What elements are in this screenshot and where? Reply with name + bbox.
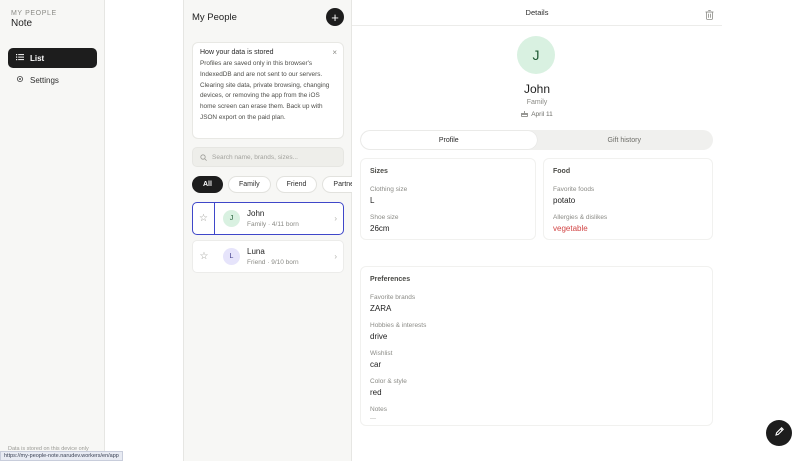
storage-notice: How your data is stored Profiles are sav…: [192, 42, 344, 139]
list-title: My People: [192, 12, 237, 23]
close-icon[interactable]: ×: [332, 48, 337, 57]
plus-icon: +: [331, 9, 339, 25]
brands-value: ZARA: [370, 304, 392, 313]
star-icon[interactable]: ☆: [193, 241, 215, 272]
avatar: J: [223, 210, 240, 227]
notes-value: —: [370, 416, 376, 422]
brand-kicker: MY PEOPLE: [11, 10, 57, 17]
sidebar: MY PEOPLE Note List Settings Data is sto…: [0, 0, 105, 461]
profile-avatar: J: [517, 36, 555, 74]
notes-label: Notes: [370, 406, 387, 413]
wishlist-label: Wishlist: [370, 350, 393, 357]
sizes-title: Sizes: [370, 168, 388, 175]
person-card-luna[interactable]: ☆ L Luna Friend · 9/10 born ›: [192, 240, 344, 273]
notice-body: Profiles are saved only in this browser'…: [200, 60, 330, 121]
details-header: Details: [352, 0, 722, 26]
profile-name: John: [523, 82, 551, 96]
nav-settings-label: Settings: [30, 75, 59, 85]
tab-profile[interactable]: Profile: [361, 131, 537, 149]
search-input[interactable]: [212, 153, 342, 161]
clothing-size-label: Clothing size: [370, 186, 408, 193]
details-title: Details: [525, 8, 549, 17]
cake-icon: [521, 110, 528, 119]
search-icon: [200, 148, 207, 166]
color-style-label: Color & style: [370, 378, 407, 385]
chip-all[interactable]: All: [192, 176, 223, 193]
food-card: Food Favorite foods potato Allergies & d…: [543, 158, 713, 240]
shoe-size-label: Shoe size: [370, 214, 399, 221]
person-sub: Friend · 9/10 born: [247, 259, 299, 266]
favorite-foods-value: potato: [553, 196, 576, 205]
list-icon: [16, 53, 24, 63]
person-name: John: [247, 209, 265, 218]
shoe-size-value: 26cm: [370, 224, 390, 233]
edit-button[interactable]: [766, 420, 792, 446]
add-person-button[interactable]: +: [326, 8, 344, 26]
clothing-size-value: L: [370, 196, 375, 205]
people-list-panel: My People + How your data is stored Prof…: [183, 0, 352, 461]
chevron-right-icon: ›: [334, 214, 337, 223]
tab-gift-history[interactable]: Gift history: [537, 131, 713, 149]
nav-item-settings[interactable]: Settings: [8, 70, 97, 90]
brands-label: Favorite brands: [370, 294, 416, 301]
chevron-right-icon: ›: [334, 252, 337, 261]
chip-partner[interactable]: Partner: [322, 176, 352, 193]
profile-relation: Family: [526, 99, 548, 106]
nav-list-label: List: [30, 53, 45, 63]
details-panel: Details J John Family April 11 Profile G…: [352, 0, 722, 461]
hobbies-value: drive: [370, 332, 388, 341]
avatar: L: [223, 248, 240, 265]
person-name: Luna: [247, 247, 265, 256]
pencil-icon: [774, 424, 785, 442]
nav-item-list[interactable]: List: [8, 48, 97, 68]
preferences-card: Preferences Favorite brands ZARA Hobbies…: [360, 266, 713, 426]
food-title: Food: [553, 168, 571, 175]
allergies-label: Allergies & dislikes: [553, 214, 608, 221]
filter-chips: All Family Friend Partner: [192, 176, 352, 194]
person-card-john[interactable]: ☆ J John Family · 4/11 born ›: [192, 202, 344, 235]
search-box: [192, 147, 344, 167]
color-style-value: red: [370, 388, 382, 397]
status-bar-url: https://my-people-note.narudev.workers/e…: [0, 451, 123, 461]
allergies-value: vegetable: [553, 224, 588, 233]
profile-tabs: Profile Gift history: [360, 130, 713, 150]
person-sub: Family · 4/11 born: [247, 221, 299, 228]
birthday-text: April 11: [531, 111, 553, 118]
profile-birthday: April 11: [352, 110, 722, 119]
preferences-title: Preferences: [370, 276, 411, 283]
hobbies-label: Hobbies & interests: [370, 322, 427, 329]
wishlist-value: car: [370, 360, 382, 369]
sizes-card: Sizes Clothing size L Shoe size 26cm: [360, 158, 536, 240]
trash-icon[interactable]: [705, 7, 714, 25]
chip-family[interactable]: Family: [227, 176, 271, 193]
chip-friend[interactable]: Friend: [275, 176, 318, 193]
notice-title: How your data is stored: [200, 49, 274, 56]
star-icon[interactable]: ☆: [193, 203, 215, 234]
favorite-foods-label: Favorite foods: [553, 186, 595, 193]
brand-title: Note: [11, 18, 33, 29]
gear-icon: [16, 75, 24, 85]
